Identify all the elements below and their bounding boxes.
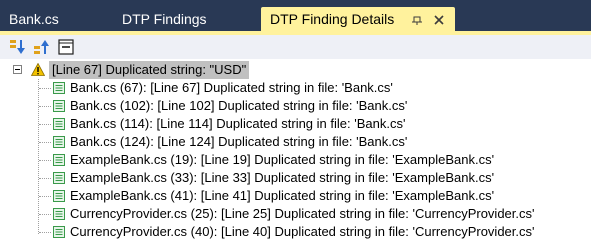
finding-location-label: ExampleBank.cs (33): [Line 33] Duplicate… <box>70 170 495 185</box>
finding-location-label: ExampleBank.cs (19): [Line 19] Duplicate… <box>70 152 495 167</box>
finding-item-icon <box>53 154 65 166</box>
tree-child-row[interactable]: ExampleBank.cs (41): [Line 41] Duplicate… <box>0 187 591 205</box>
finding-item-icon <box>53 226 65 238</box>
tree-child-row[interactable]: Bank.cs (102): [Line 102] Duplicated str… <box>0 97 591 115</box>
tree-child-row[interactable]: ExampleBank.cs (19): [Line 19] Duplicate… <box>0 151 591 169</box>
expand-all-button[interactable] <box>9 38 27 56</box>
tab-dtp-findings[interactable]: DTP Findings <box>113 7 253 31</box>
finding-item-icon <box>53 82 65 94</box>
tree-branch <box>39 106 51 107</box>
tree-branch <box>39 178 51 179</box>
finding-location-label: ExampleBank.cs (41): [Line 41] Duplicate… <box>70 188 495 203</box>
finding-location-label: CurrencyProvider.cs (40): [Line 40] Dupl… <box>70 224 535 239</box>
warning-icon <box>31 63 45 76</box>
tree-child-row[interactable]: CurrencyProvider.cs (40): [Line 40] Dupl… <box>0 223 591 241</box>
finding-location-label: Bank.cs (67): [Line 67] Duplicated strin… <box>70 80 393 95</box>
finding-item-icon <box>53 208 65 220</box>
tab-label: DTP Finding Details <box>270 11 395 27</box>
finding-tree: [Line 67] Duplicated string: "USD" Bank.… <box>0 59 591 251</box>
finding-details-panel: [Line 67] Duplicated string: "USD" Bank.… <box>0 31 591 251</box>
tree-child-row[interactable]: CurrencyProvider.cs (25): [Line 25] Dupl… <box>0 205 591 223</box>
tree-child-row[interactable]: Bank.cs (124): [Line 124] Duplicated str… <box>0 133 591 151</box>
collapse-up-button[interactable] <box>33 38 51 56</box>
collapse-up-icon <box>34 40 49 54</box>
pin-icon[interactable] <box>407 7 427 31</box>
document-tab-strip: Bank.cs DTP Findings DTP Finding Details <box>0 0 591 31</box>
finding-item-icon <box>53 118 65 130</box>
tree-child-row[interactable]: Bank.cs (114): [Line 114] Duplicated str… <box>0 115 591 133</box>
tree-child-row[interactable]: ExampleBank.cs (33): [Line 33] Duplicate… <box>0 169 591 187</box>
tree-branch <box>39 88 51 89</box>
tab-label: Bank.cs <box>9 11 59 27</box>
tree-branch <box>39 214 51 215</box>
collapse-node-icon[interactable] <box>13 65 22 74</box>
tree-branch <box>39 142 51 143</box>
expand-all-icon <box>10 40 25 54</box>
finding-item-icon <box>53 190 65 202</box>
tree-branch <box>39 160 51 161</box>
details-toolbar <box>0 35 591 59</box>
tree-branch <box>39 232 51 233</box>
close-icon[interactable] <box>429 7 449 31</box>
tree-branch <box>39 196 51 197</box>
tree-branch <box>39 124 51 125</box>
finding-item-icon <box>53 172 65 184</box>
tab-dtp-finding-details[interactable]: DTP Finding Details <box>261 7 455 31</box>
tree-root-row[interactable]: [Line 67] Duplicated string: "USD" <box>0 61 591 79</box>
collapse-all-button[interactable] <box>57 38 75 56</box>
finding-location-label: Bank.cs (124): [Line 124] Duplicated str… <box>70 134 408 149</box>
finding-item-icon <box>53 100 65 112</box>
tab-label: DTP Findings <box>122 11 207 27</box>
finding-location-label: Bank.cs (114): [Line 114] Duplicated str… <box>70 116 406 131</box>
collapse-all-icon <box>58 39 74 55</box>
tree-child-row[interactable]: Bank.cs (67): [Line 67] Duplicated strin… <box>0 79 591 97</box>
root-finding-label: [Line 67] Duplicated string: "USD" <box>49 61 250 79</box>
finding-location-label: Bank.cs (102): [Line 102] Duplicated str… <box>70 98 408 113</box>
finding-item-icon <box>53 136 65 148</box>
finding-location-label: CurrencyProvider.cs (25): [Line 25] Dupl… <box>70 206 535 221</box>
tab-bank-cs[interactable]: Bank.cs <box>0 7 66 31</box>
